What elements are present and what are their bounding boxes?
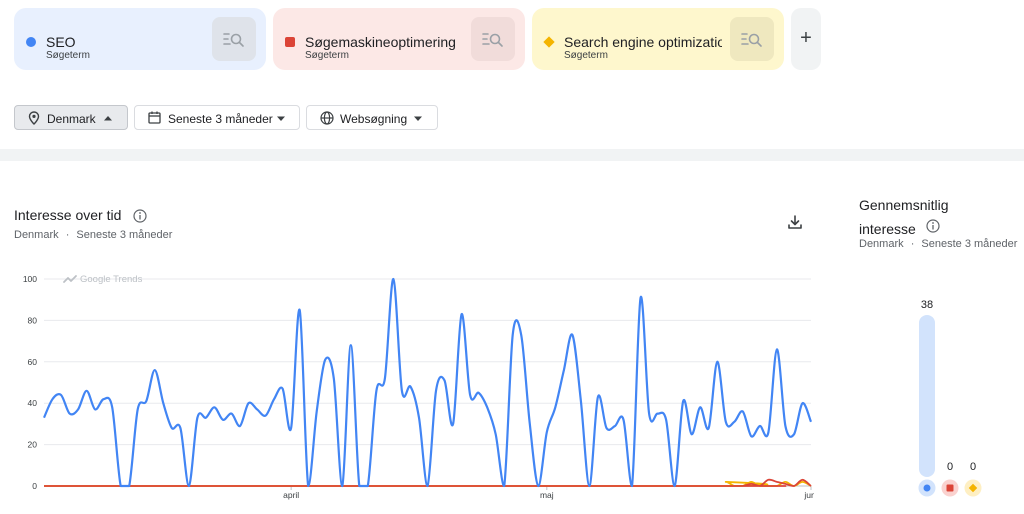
average-value-label: 38 (921, 299, 933, 311)
subtitle-separator: · (65, 229, 70, 241)
series-square-red (285, 37, 295, 47)
section-divider (0, 149, 1024, 161)
interest-over-time-subtitle: Denmark · Seneste 3 måneder (14, 229, 172, 241)
info-icon[interactable] (133, 209, 147, 223)
term-card-search-engine-optimization[interactable]: Search engine optimization Søgeterm (532, 8, 784, 70)
term-type: Søgeterm (46, 50, 90, 61)
search-list-icon (223, 33, 244, 47)
region-filter[interactable]: Denmark (14, 105, 128, 130)
region-filter-label: Denmark (47, 112, 96, 126)
term-card-soegemaskineoptimering[interactable]: Søgemaskineoptimering Søgeterm (273, 8, 525, 70)
search-list-icon (482, 33, 503, 47)
search-type-filter-label: Websøgning (340, 112, 408, 126)
y-tick-label: 60 (28, 357, 38, 367)
period-filter[interactable]: Seneste 3 måneder (134, 105, 300, 130)
explore-term-button[interactable] (471, 17, 515, 61)
caret-down-icon (414, 116, 422, 121)
average-interest-chart: 38 0 0 (918, 299, 982, 497)
trend-logo-icon (63, 275, 77, 283)
add-term-button[interactable]: + (791, 8, 821, 70)
term-type: Søgeterm (305, 50, 349, 61)
interest-over-time-title: Interesse over tid (14, 207, 122, 223)
y-tick-label: 20 (28, 440, 38, 450)
average-interest-title: Gennemsnitlig interesse (859, 197, 949, 237)
calendar-icon (148, 111, 161, 124)
y-tick-label: 0 (32, 481, 37, 491)
x-tick-label: maj (540, 490, 554, 500)
x-tick-label: april (283, 490, 299, 500)
globe-icon (320, 111, 334, 125)
subtitle-period: Seneste 3 måneder (76, 229, 173, 241)
search-list-icon (741, 33, 762, 47)
interest-over-time-chart: 0 20 40 60 80 100 april maj juni Google Trends (23, 274, 814, 500)
caret-up-icon (104, 116, 112, 121)
period-filter-label: Seneste 3 måneder (168, 112, 273, 126)
term-type: Søgeterm (564, 50, 608, 61)
explore-term-button[interactable] (212, 17, 256, 61)
average-value-label: 0 (947, 461, 953, 473)
subtitle-region: Denmark (14, 229, 59, 241)
download-icon[interactable] (787, 214, 803, 230)
y-tick-label: 80 (28, 315, 38, 325)
subtitle-period: Seneste 3 måneder (921, 238, 1018, 250)
term-name: Search engine optimization (564, 34, 722, 50)
subtitle-region: Denmark (859, 238, 904, 250)
term-card-seo[interactable]: SEO Søgeterm (14, 8, 266, 70)
average-interest-subtitle: Denmark · Seneste 3 måneder (859, 238, 1017, 250)
y-tick-label: 40 (28, 398, 38, 408)
average-bar (919, 314, 935, 477)
watermark-text: Google Trends (80, 274, 143, 285)
info-icon[interactable] (926, 219, 940, 233)
explore-term-button[interactable] (730, 17, 774, 61)
x-tick-label: juni (803, 490, 814, 500)
subtitle-separator: · (910, 238, 915, 250)
series-square-red (946, 484, 954, 492)
term-name: SEO (46, 34, 76, 50)
y-tick-label: 100 (23, 274, 37, 284)
series-line-seo (42, 277, 813, 488)
location-pin-icon (28, 111, 40, 125)
term-name: Søgemaskineoptimering (305, 34, 456, 50)
series-dot-blue (923, 484, 931, 492)
series-diamond-yellow (543, 36, 555, 48)
series-dot-blue (26, 37, 36, 47)
caret-down-icon (277, 116, 285, 121)
average-value-label: 0 (970, 461, 976, 473)
search-type-filter[interactable]: Websøgning (306, 105, 438, 130)
